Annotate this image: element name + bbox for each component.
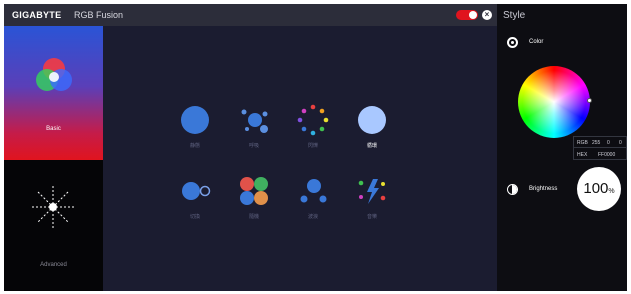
rgb-g-input[interactable]: 0	[607, 140, 610, 146]
color-wheel-handle[interactable]	[587, 98, 592, 103]
rgb-r-input[interactable]: 255	[592, 140, 600, 146]
random-icon	[240, 177, 268, 205]
effect-label: 静態	[189, 143, 200, 149]
mode-basic[interactable]: Basic	[4, 26, 103, 160]
hex-label: HEX	[577, 152, 588, 158]
effect-random[interactable]: 隨機	[234, 175, 274, 223]
power-toggle[interactable]	[456, 10, 478, 20]
effect-label: 循環	[366, 143, 377, 149]
effect-music[interactable]: 音樂	[352, 175, 392, 223]
starburst-icon	[32, 186, 74, 228]
effect-flash[interactable]: 閃爍	[293, 104, 333, 152]
color-wheel[interactable]	[518, 66, 590, 138]
pulse-icon	[241, 109, 268, 133]
cycle-icon	[358, 106, 386, 134]
rgb-circles-icon	[36, 58, 72, 91]
title-bar: GIGABYTE RGB Fusion ×	[4, 4, 497, 26]
effect-switch[interactable]: 切換	[175, 175, 215, 223]
effect-label: 呼吸	[248, 143, 259, 149]
switch-icon	[182, 182, 211, 200]
mode-panel: Basic Advanced	[4, 26, 103, 291]
close-button[interactable]: ×	[482, 10, 492, 20]
color-label: Color	[529, 39, 544, 45]
toggle-knob	[469, 11, 477, 19]
brightness-icon	[507, 184, 518, 195]
mode-basic-label: Basic	[46, 126, 61, 132]
color-icon	[507, 37, 518, 48]
effect-label: 隨機	[248, 214, 259, 220]
rgb-label: RGB	[577, 140, 588, 146]
static-icon	[181, 106, 209, 134]
hex-input[interactable]: FF0000	[598, 152, 615, 158]
rgb-fusion-window: GIGABYTE RGB Fusion × Basic Advanced 静態 …	[4, 4, 627, 291]
effect-static[interactable]: 静態	[175, 104, 215, 152]
brightness-unit: %	[608, 188, 615, 195]
music-icon	[358, 179, 386, 204]
brightness-value: 100	[583, 180, 609, 197]
app-title: RGB Fusion	[74, 10, 124, 20]
effect-label: 音樂	[366, 214, 377, 220]
style-panel: Style Color RGB 255 0 0 HEX FF0000 Brigh…	[497, 4, 627, 291]
wave-icon	[300, 179, 327, 203]
effect-label: 波浪	[307, 214, 318, 220]
brightness-label: Brightness	[529, 186, 558, 192]
effect-pulse[interactable]: 呼吸	[234, 104, 274, 152]
effect-cycle[interactable]: 循環	[352, 104, 392, 152]
color-value-box: RGB 255 0 0 HEX FF0000	[573, 136, 627, 160]
brand-logo: GIGABYTE	[12, 10, 62, 20]
effect-wave[interactable]: 波浪	[293, 175, 333, 223]
flash-icon	[297, 104, 329, 136]
mode-advanced[interactable]: Advanced	[4, 160, 103, 291]
brightness-dial[interactable]: 100%	[577, 167, 621, 211]
mode-advanced-label: Advanced	[40, 262, 67, 268]
effect-label: 切換	[189, 214, 200, 220]
rgb-row: RGB 255 0 0	[574, 137, 627, 148]
effect-label: 閃爍	[307, 143, 318, 149]
rgb-b-input[interactable]: 0	[619, 140, 622, 146]
style-title: Style	[503, 10, 526, 21]
hex-row: HEX FF0000	[574, 149, 627, 160]
